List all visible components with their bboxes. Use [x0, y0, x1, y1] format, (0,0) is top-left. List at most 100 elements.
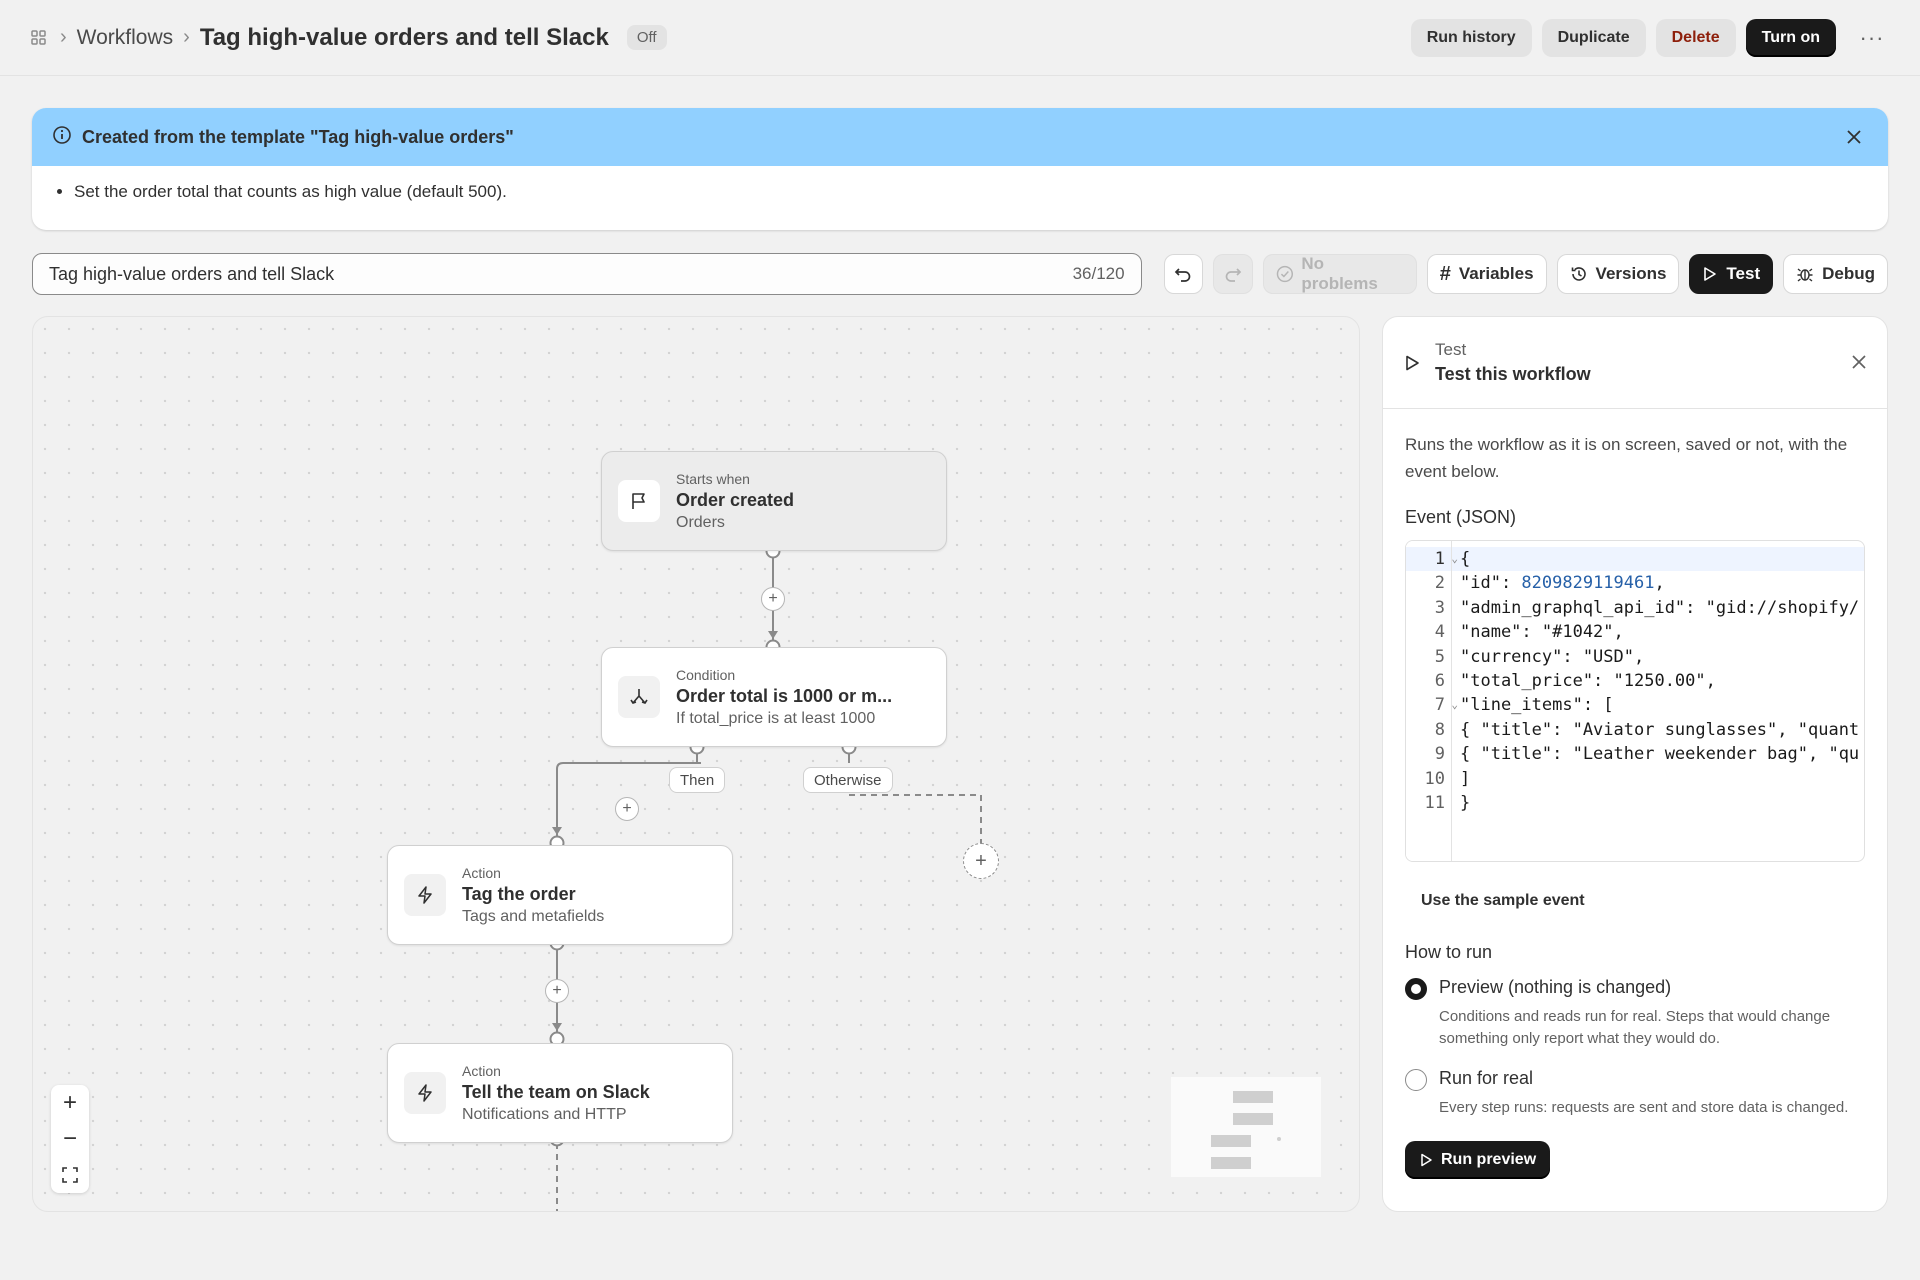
line-number: 6	[1434, 670, 1445, 691]
minimap[interactable]	[1171, 1077, 1321, 1177]
breadcrumb: › Workflows › Tag high-value orders and …	[28, 24, 667, 52]
line-number: 7 ⌄	[1406, 693, 1458, 717]
workflow-toolbar: 36/120 No problems # Variables Versions …	[32, 252, 1889, 296]
lightning-icon	[404, 874, 446, 916]
line-number: 9	[1434, 744, 1445, 765]
test-panel-header: Test Test this workflow	[1383, 317, 1887, 409]
branch-otherwise-label: Otherwise	[803, 767, 893, 793]
line-number: 11	[1424, 792, 1445, 813]
panel-heading: Test Test this workflow	[1435, 340, 1591, 385]
workflow-name-field[interactable]: 36/120	[32, 253, 1142, 295]
node-title: Tag the order	[462, 883, 576, 904]
run-preview-button[interactable]: Run preview	[1405, 1141, 1551, 1179]
line-number: 3	[1434, 597, 1445, 618]
undo-button[interactable]	[1163, 254, 1204, 294]
node-kicker: Action	[462, 1062, 501, 1079]
debug-button[interactable]: Debug	[1783, 254, 1889, 294]
run-option-preview[interactable]: Preview (nothing is changed) Conditions …	[1405, 977, 1865, 1050]
run-option-text: Run for real Every step runs: requests a…	[1439, 1068, 1848, 1119]
variables-button[interactable]: # Variables	[1426, 254, 1547, 294]
close-icon[interactable]	[1851, 349, 1867, 377]
trigger-node[interactable]: Starts when Order created Orders	[601, 451, 947, 551]
test-label: Test	[1726, 264, 1761, 283]
event-json-label: Event (JSON)	[1405, 507, 1517, 527]
zoom-controls: + −	[51, 1085, 89, 1193]
node-kicker: Starts when	[676, 470, 750, 487]
duplicate-button[interactable]: Duplicate	[1541, 18, 1646, 57]
run-option-title: Run for real	[1439, 1068, 1534, 1088]
node-subtitle: Notifications and HTTP	[462, 1105, 627, 1123]
breadcrumb-workflows-link[interactable]: Workflows	[77, 26, 173, 50]
page-title: Tag high-value orders and tell Slack	[199, 23, 609, 51]
use-sample-event-button[interactable]: Use the sample event	[1421, 892, 1865, 910]
code-line: {	[1452, 547, 1864, 572]
fit-view-icon[interactable]	[51, 1157, 89, 1193]
banner-body: Set the order total that counts as high …	[32, 166, 1888, 218]
variables-label: Variables	[1458, 264, 1534, 283]
panel-kicker: Test	[1435, 340, 1467, 359]
node-subtitle: Orders	[676, 513, 725, 531]
node-kicker: Action	[462, 864, 501, 881]
versions-label: Versions	[1595, 264, 1667, 283]
template-banner: Created from the template "Tag high-valu…	[32, 108, 1888, 230]
event-json-editor[interactable]: 1 ⌄ 2 3 4 5 6 7 ⌄ 8 9 10 11 { "id": 820982…	[1405, 540, 1865, 862]
test-button[interactable]: Test	[1689, 254, 1774, 294]
fold-icon[interactable]: ⌄	[1451, 693, 1458, 717]
fold-icon[interactable]: ⌄	[1451, 547, 1458, 571]
zoom-out-icon[interactable]: −	[51, 1121, 89, 1157]
zoom-in-icon[interactable]: +	[51, 1085, 89, 1121]
banner-header: Created from the template "Tag high-valu…	[32, 108, 1888, 166]
run-option-text: Preview (nothing is changed) Conditions …	[1439, 977, 1865, 1050]
code-line: "admin_graphql_api_id": "gid://shopify/	[1460, 597, 1860, 618]
run-history-button[interactable]: Run history	[1410, 18, 1532, 57]
workflow-name-input[interactable]	[49, 263, 1073, 285]
banner-title: Created from the template "Tag high-valu…	[82, 126, 514, 147]
history-icon	[1571, 267, 1586, 281]
run-preview-label: Run preview	[1441, 1151, 1537, 1168]
workflows-app-icon[interactable]	[28, 27, 50, 49]
more-actions-icon[interactable]: ···	[1852, 19, 1892, 57]
preview-radio[interactable]	[1405, 978, 1427, 1000]
run-for-real-radio[interactable]	[1405, 1069, 1427, 1091]
close-icon[interactable]	[1840, 123, 1868, 151]
redo-button[interactable]	[1213, 254, 1253, 294]
code-line: { "title": "Leather weekender bag", "qu	[1460, 744, 1860, 765]
top-bar: › Workflows › Tag high-value orders and …	[0, 0, 1920, 76]
lightning-icon	[404, 1072, 446, 1114]
hash-icon: #	[1439, 262, 1451, 285]
play-icon	[1406, 355, 1419, 370]
action-node-tag-order[interactable]: Action Tag the order Tags and metafields	[387, 845, 733, 945]
run-option-help: Every step runs: requests are sent and s…	[1439, 1099, 1849, 1116]
workflow-canvas[interactable]: Starts when Order created Orders + Condi…	[32, 316, 1360, 1212]
code-line: }	[1460, 792, 1471, 813]
node-kicker: Condition	[676, 666, 736, 683]
run-option-real[interactable]: Run for real Every step runs: requests a…	[1405, 1068, 1865, 1119]
turn-on-button[interactable]: Turn on	[1745, 18, 1836, 57]
bug-icon	[1797, 268, 1813, 282]
code-line: ]	[1460, 768, 1471, 789]
play-icon	[1704, 267, 1717, 281]
add-step-button[interactable]: +	[615, 797, 639, 821]
character-count: 36/120	[1072, 264, 1125, 283]
line-number: 2	[1434, 573, 1445, 594]
add-step-button[interactable]: +	[761, 587, 785, 611]
branch-then-label: Then	[669, 767, 726, 793]
add-otherwise-step-button[interactable]: +	[963, 843, 999, 879]
delete-button[interactable]: Delete	[1655, 18, 1736, 57]
code-lines[interactable]: { "id": 8209829119461, "admin_graphql_ap…	[1452, 541, 1864, 861]
code-line: "name": "#1042",	[1460, 622, 1624, 643]
code-line: "total_price": "1250.00",	[1460, 670, 1716, 691]
test-panel: Test Test this workflow Runs the workflo…	[1382, 316, 1888, 1212]
node-title: Order created	[676, 489, 795, 510]
validation-status-label: No problems	[1301, 254, 1378, 293]
undo-icon	[1175, 268, 1191, 282]
node-subtitle: If total_price is at least 1000	[676, 709, 876, 727]
condition-node[interactable]: Condition Order total is 1000 or m... If…	[601, 647, 947, 747]
add-step-button[interactable]: +	[545, 979, 569, 1003]
node-title: Tell the team on Slack	[462, 1081, 650, 1102]
action-node-text: Action Tell the team on Slack Notificati…	[462, 1063, 650, 1124]
versions-button[interactable]: Versions	[1556, 254, 1680, 294]
debug-label: Debug	[1822, 264, 1876, 283]
line-number: 5	[1434, 646, 1445, 667]
action-node-slack[interactable]: Action Tell the team on Slack Notificati…	[387, 1043, 733, 1143]
